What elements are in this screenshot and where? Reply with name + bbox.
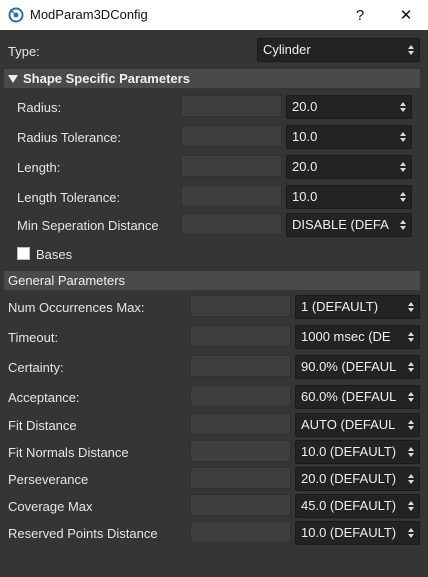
dialog-content: Type: Cylinder Shape Specific Parameters…	[0, 30, 428, 577]
length-combobox[interactable]: 20.0	[286, 155, 412, 179]
shape-section-header[interactable]: Shape Specific Parameters	[4, 69, 420, 88]
length-tolerance-label: Length Tolerance:	[17, 190, 121, 205]
spin-arrows-icon	[399, 126, 407, 148]
length-tolerance-field[interactable]	[181, 185, 282, 207]
timeout-value: 1000 msec (DE	[301, 329, 391, 344]
num-occurrences-field[interactable]	[190, 295, 291, 317]
radius-tolerance-combobox[interactable]: 10.0	[286, 125, 412, 149]
spin-arrows-icon	[407, 522, 415, 544]
spin-arrows-icon	[407, 386, 415, 408]
app-icon	[8, 7, 24, 23]
perseverance-value: 20.0 (DEFAULT)	[301, 471, 397, 486]
certainty-field[interactable]	[190, 355, 291, 377]
spin-arrows-icon	[407, 356, 415, 378]
timeout-combobox[interactable]: 1000 msec (DE	[295, 325, 420, 349]
close-button[interactable]: ✕	[384, 0, 428, 30]
fit-normals-distance-field[interactable]	[190, 440, 291, 462]
general-section-title: General Parameters	[8, 273, 126, 288]
spin-arrows-icon	[399, 156, 407, 178]
radius-field[interactable]	[181, 95, 282, 117]
radius-label: Radius:	[17, 100, 62, 115]
bases-label: Bases	[36, 247, 73, 262]
perseverance-field[interactable]	[190, 467, 291, 489]
spin-arrows-icon	[407, 441, 415, 463]
radius-tolerance-field[interactable]	[181, 125, 282, 147]
length-value: 20.0	[292, 159, 318, 174]
timeout-field[interactable]	[190, 325, 291, 347]
bases-checkbox[interactable]	[17, 247, 30, 260]
acceptance-combobox[interactable]: 60.0% (DEFAUL	[295, 385, 420, 409]
num-occurrences-combobox[interactable]: 1 (DEFAULT)	[295, 295, 420, 319]
collapse-triangle-icon	[8, 75, 18, 84]
min-separation-field[interactable]	[181, 213, 282, 235]
certainty-label: Certainty:	[8, 360, 64, 375]
min-separation-label: Min Seperation Distance	[17, 218, 159, 233]
coverage-max-combobox[interactable]: 45.0 (DEFAULT)	[295, 494, 420, 518]
spin-arrows-icon	[407, 495, 415, 517]
shape-section-title: Shape Specific Parameters	[23, 71, 190, 86]
fit-normals-distance-value: 10.0 (DEFAULT)	[301, 444, 397, 459]
reserved-points-distance-label: Reserved Points Distance	[8, 526, 158, 541]
length-field[interactable]	[181, 155, 282, 177]
spin-arrows-icon	[399, 214, 407, 236]
spin-arrows-icon	[407, 296, 415, 318]
acceptance-value: 60.0% (DEFAUL	[301, 389, 397, 404]
radius-combobox[interactable]: 20.0	[286, 95, 412, 119]
length-tolerance-value: 10.0	[292, 189, 318, 204]
radius-tolerance-value: 10.0	[292, 129, 318, 144]
fit-distance-field[interactable]	[190, 413, 291, 435]
spin-arrows-icon	[399, 186, 407, 208]
radius-value: 20.0	[292, 99, 318, 114]
title-bar: ModParam3DConfig ? ✕	[0, 0, 428, 30]
fit-distance-combobox[interactable]: AUTO (DEFAUL	[295, 413, 420, 437]
fit-normals-distance-combobox[interactable]: 10.0 (DEFAULT)	[295, 440, 420, 464]
fit-distance-value: AUTO (DEFAUL	[301, 417, 396, 432]
spin-arrows-icon	[407, 39, 415, 61]
reserved-points-distance-value: 10.0 (DEFAULT)	[301, 525, 397, 540]
radius-tolerance-label: Radius Tolerance:	[17, 130, 121, 145]
certainty-combobox[interactable]: 90.0% (DEFAUL	[295, 355, 420, 379]
spin-arrows-icon	[399, 96, 407, 118]
certainty-value: 90.0% (DEFAUL	[301, 359, 397, 374]
window-title: ModParam3DConfig	[30, 7, 148, 22]
type-combobox[interactable]: Cylinder	[257, 38, 420, 62]
spin-arrows-icon	[407, 468, 415, 490]
coverage-max-label: Coverage Max	[8, 499, 93, 514]
help-button[interactable]: ?	[338, 0, 382, 30]
num-occurrences-label: Num Occurrences Max:	[8, 300, 145, 315]
fit-normals-distance-label: Fit Normals Distance	[8, 445, 129, 460]
type-value: Cylinder	[263, 42, 311, 57]
spin-arrows-icon	[407, 414, 415, 436]
coverage-max-field[interactable]	[190, 494, 291, 516]
perseverance-label: Perseverance	[8, 472, 89, 487]
timeout-label: Timeout:	[8, 330, 59, 345]
general-section-header: General Parameters	[4, 271, 420, 290]
coverage-max-value: 45.0 (DEFAULT)	[301, 498, 397, 513]
min-separation-value: DISABLE (DEFA	[292, 217, 389, 232]
type-label: Type:	[8, 44, 40, 59]
fit-distance-label: Fit Distance	[8, 418, 77, 433]
acceptance-field[interactable]	[190, 385, 291, 407]
reserved-points-distance-field[interactable]	[190, 521, 291, 543]
num-occurrences-value: 1 (DEFAULT)	[301, 299, 379, 314]
reserved-points-distance-combobox[interactable]: 10.0 (DEFAULT)	[295, 521, 420, 545]
perseverance-combobox[interactable]: 20.0 (DEFAULT)	[295, 467, 420, 491]
spin-arrows-icon	[407, 326, 415, 348]
acceptance-label: Acceptance:	[8, 390, 80, 405]
length-tolerance-combobox[interactable]: 10.0	[286, 185, 412, 209]
min-separation-combobox[interactable]: DISABLE (DEFA	[286, 213, 412, 237]
length-label: Length:	[17, 160, 61, 175]
